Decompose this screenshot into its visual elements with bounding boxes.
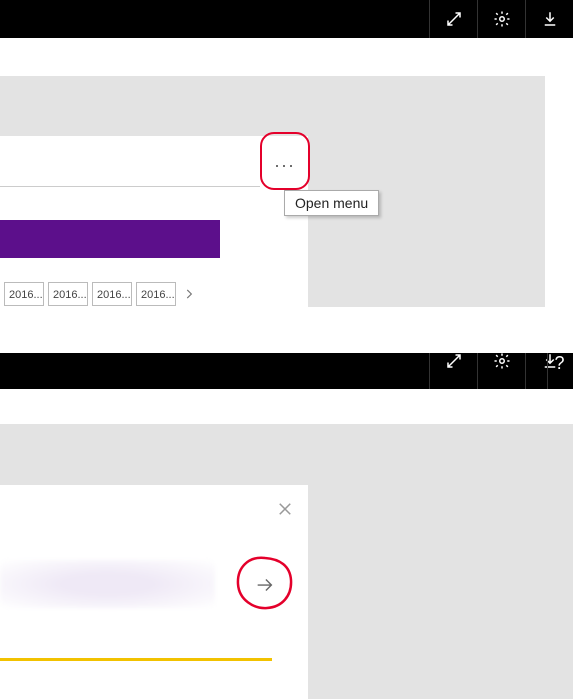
chevron-right-icon[interactable] bbox=[180, 285, 198, 303]
pager-row: 2016... 2016... 2016... 2016... bbox=[4, 282, 198, 306]
expand-icon[interactable] bbox=[429, 353, 477, 389]
mid-toolbar bbox=[0, 353, 573, 389]
pager-chip[interactable]: 2016... bbox=[4, 282, 44, 306]
gear-icon[interactable] bbox=[477, 353, 525, 389]
accent-rule bbox=[0, 658, 272, 661]
redacted-content bbox=[0, 560, 215, 608]
pager-chip[interactable]: 2016... bbox=[92, 282, 132, 306]
ellipsis-icon: ... bbox=[274, 151, 295, 172]
more-options-button[interactable]: ... bbox=[262, 136, 308, 186]
next-arrow-button[interactable] bbox=[250, 570, 280, 600]
tooltip: Open menu bbox=[284, 190, 379, 216]
help-glyph: ? bbox=[554, 353, 564, 374]
chart-bar bbox=[0, 220, 220, 258]
divider bbox=[0, 186, 260, 187]
download-icon[interactable] bbox=[525, 0, 573, 38]
pager-chip[interactable]: 2016... bbox=[48, 282, 88, 306]
close-icon[interactable] bbox=[276, 500, 296, 520]
expand-icon[interactable] bbox=[429, 0, 477, 38]
pager-chip[interactable]: 2016... bbox=[136, 282, 176, 306]
help-icon[interactable]: ? bbox=[547, 353, 571, 389]
top-toolbar bbox=[0, 0, 573, 38]
gear-icon[interactable] bbox=[477, 0, 525, 38]
tooltip-text: Open menu bbox=[295, 195, 368, 211]
